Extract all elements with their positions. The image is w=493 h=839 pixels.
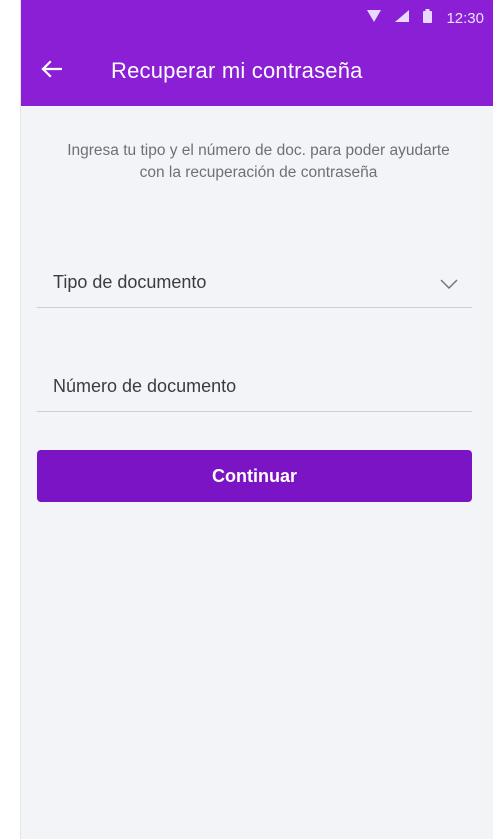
battery-icon [423,8,433,28]
document-number-placeholder: Número de documento [53,376,237,396]
instructions-text: Ingresa tu tipo y el número de doc. para… [67,142,450,181]
arrow-left-icon [40,59,63,83]
status-bar: 12:30 [21,0,493,36]
back-button[interactable] [21,36,81,106]
phone-screen: 12:30 Recuperar mi contraseña Ingresa tu… [20,0,493,839]
page-title: Recuperar mi contraseña [111,58,363,83]
document-type-label: Tipo de documento [53,272,207,292]
document-number-field[interactable]: Número de documento [37,362,472,412]
signal-icon [395,9,410,27]
wifi-icon [367,9,382,27]
status-time: 12:30 [446,9,484,27]
continue-button[interactable]: Continuar [37,450,472,502]
document-type-select[interactable]: Tipo de documento [37,258,472,308]
chevron-down-icon [440,276,458,294]
app-bar: Recuperar mi contraseña [21,36,493,106]
